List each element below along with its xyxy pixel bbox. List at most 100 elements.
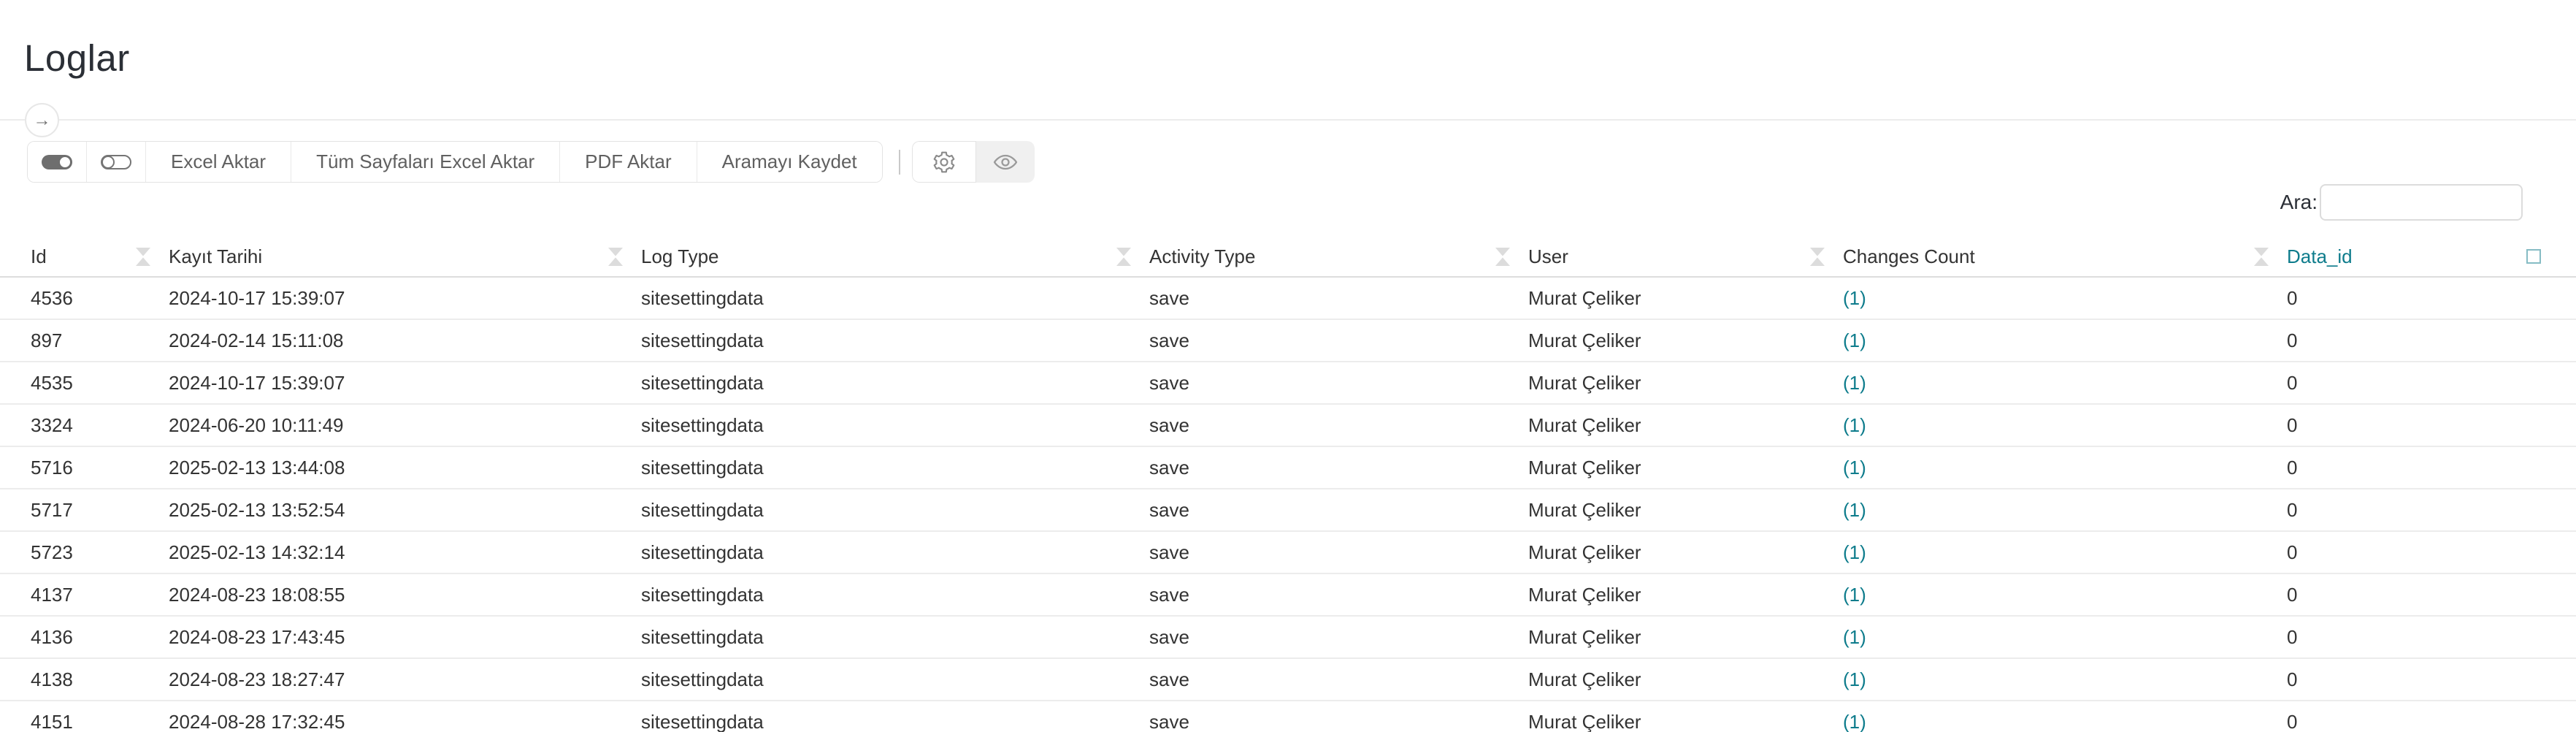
toggle-off-button[interactable] <box>87 142 146 182</box>
toolbar: Excel Aktar Tüm Sayfaları Excel Aktar PD… <box>27 141 1035 183</box>
search-label: Ara: <box>2280 191 2318 214</box>
header-filter-icon[interactable] <box>1116 248 1132 266</box>
changes-count-link[interactable]: (1) <box>1831 329 2275 352</box>
export-all-pages-excel-button[interactable]: Tüm Sayfaları Excel Aktar <box>291 142 560 182</box>
cell-data-id: 0 <box>2275 329 2576 352</box>
table-row[interactable]: 5723 2025-02-13 14:32:14 sitesettingdata… <box>0 532 2576 574</box>
cell-id: 5723 <box>0 541 157 564</box>
header-filter-icon[interactable] <box>1809 248 1825 266</box>
table-row[interactable]: 3324 2024-06-20 10:11:49 sitesettingdata… <box>0 405 2576 447</box>
cell-record-date: 2024-10-17 15:39:07 <box>157 372 629 394</box>
changes-count-link[interactable]: (1) <box>1831 711 2275 732</box>
column-label: Kayıt Tarihi <box>169 245 262 268</box>
header-filter-icon[interactable] <box>607 248 624 266</box>
table-row[interactable]: 4536 2024-10-17 15:39:07 sitesettingdata… <box>0 278 2576 320</box>
cell-record-date: 2024-08-28 17:32:45 <box>157 711 629 732</box>
table-row[interactable]: 4151 2024-08-28 17:32:45 sitesettingdata… <box>0 701 2576 732</box>
column-header-user[interactable]: User <box>1517 235 1831 278</box>
cell-log-type: sitesettingdata <box>629 457 1138 479</box>
changes-count-link[interactable]: (1) <box>1831 499 2275 522</box>
cell-log-type: sitesettingdata <box>629 626 1138 649</box>
cell-record-date: 2024-02-14 15:11:08 <box>157 329 629 352</box>
table-row[interactable]: 5717 2025-02-13 13:52:54 sitesettingdata… <box>0 489 2576 532</box>
changes-count-link[interactable]: (1) <box>1831 541 2275 564</box>
toggle-off-icon <box>101 155 131 169</box>
search-row: Ara: <box>2280 184 2523 221</box>
panel-collapse-button[interactable]: → <box>25 103 59 137</box>
column-select-square-icon[interactable] <box>2526 249 2541 264</box>
cell-record-date: 2024-06-20 10:11:49 <box>157 414 629 437</box>
panel-divider <box>0 119 2576 121</box>
gear-icon <box>932 150 957 175</box>
table-row[interactable]: 4136 2024-08-23 17:43:45 sitesettingdata… <box>0 617 2576 659</box>
column-label: Log Type <box>641 245 719 268</box>
column-label: Data_id <box>2287 245 2353 268</box>
changes-count-link[interactable]: (1) <box>1831 626 2275 649</box>
cell-activity-type: save <box>1138 711 1517 732</box>
changes-count-link[interactable]: (1) <box>1831 414 2275 437</box>
header-filter-icon[interactable] <box>135 248 151 266</box>
cell-activity-type: save <box>1138 329 1517 352</box>
cell-data-id: 0 <box>2275 541 2576 564</box>
cell-data-id: 0 <box>2275 457 2576 479</box>
cell-id: 4535 <box>0 372 157 394</box>
cell-id: 5716 <box>0 457 157 479</box>
cell-record-date: 2025-02-13 14:32:14 <box>157 541 629 564</box>
cell-data-id: 0 <box>2275 668 2576 691</box>
arrow-right-icon: → <box>34 112 51 129</box>
column-header-activity-type[interactable]: Activity Type <box>1138 235 1517 278</box>
cell-user: Murat Çeliker <box>1517 668 1831 691</box>
cell-data-id: 0 <box>2275 626 2576 649</box>
column-header-changes-count[interactable]: Changes Count <box>1831 235 2275 278</box>
cell-record-date: 2025-02-13 13:44:08 <box>157 457 629 479</box>
table-row[interactable]: 897 2024-02-14 15:11:08 sitesettingdata … <box>0 320 2576 362</box>
cell-data-id: 0 <box>2275 414 2576 437</box>
cell-log-type: sitesettingdata <box>629 372 1138 394</box>
cell-log-type: sitesettingdata <box>629 287 1138 310</box>
toolbar-icon-group <box>912 141 1035 183</box>
save-search-button[interactable]: Aramayı Kaydet <box>697 142 882 182</box>
column-label: Changes Count <box>1843 245 1975 268</box>
cell-user: Murat Çeliker <box>1517 584 1831 606</box>
changes-count-link[interactable]: (1) <box>1831 287 2275 310</box>
header-filter-icon[interactable] <box>2253 248 2269 266</box>
column-header-data-id[interactable]: Data_id <box>2275 235 2576 278</box>
cell-activity-type: save <box>1138 668 1517 691</box>
table-row[interactable]: 4535 2024-10-17 15:39:07 sitesettingdata… <box>0 362 2576 405</box>
table-row[interactable]: 4138 2024-08-23 18:27:47 sitesettingdata… <box>0 659 2576 701</box>
toolbar-separator <box>899 150 900 175</box>
table-row[interactable]: 5716 2025-02-13 13:44:08 sitesettingdata… <box>0 447 2576 489</box>
cell-id: 5717 <box>0 499 157 522</box>
cell-user: Murat Çeliker <box>1517 711 1831 732</box>
changes-count-link[interactable]: (1) <box>1831 372 2275 394</box>
export-pdf-button[interactable]: PDF Aktar <box>560 142 697 182</box>
changes-count-link[interactable]: (1) <box>1831 457 2275 479</box>
changes-count-link[interactable]: (1) <box>1831 668 2275 691</box>
cell-user: Murat Çeliker <box>1517 541 1831 564</box>
changes-count-link[interactable]: (1) <box>1831 584 2275 606</box>
cell-log-type: sitesettingdata <box>629 584 1138 606</box>
cell-record-date: 2024-08-23 18:08:55 <box>157 584 629 606</box>
visibility-button[interactable] <box>976 141 1035 183</box>
cell-id: 4536 <box>0 287 157 310</box>
column-label: Activity Type <box>1149 245 1255 268</box>
settings-button[interactable] <box>912 141 976 183</box>
column-header-log-type[interactable]: Log Type <box>629 235 1138 278</box>
cell-activity-type: save <box>1138 626 1517 649</box>
toggle-on-button[interactable] <box>28 142 87 182</box>
cell-user: Murat Çeliker <box>1517 457 1831 479</box>
toggle-on-icon <box>42 155 72 169</box>
column-header-id[interactable]: Id <box>0 235 157 278</box>
search-input[interactable] <box>2320 184 2523 221</box>
cell-record-date: 2024-08-23 18:27:47 <box>157 668 629 691</box>
page-title: Loglar <box>24 37 130 80</box>
cell-user: Murat Çeliker <box>1517 626 1831 649</box>
cell-data-id: 0 <box>2275 711 2576 732</box>
cell-user: Murat Çeliker <box>1517 499 1831 522</box>
export-excel-button[interactable]: Excel Aktar <box>146 142 291 182</box>
header-filter-icon[interactable] <box>1495 248 1511 266</box>
column-header-kayit-tarihi[interactable]: Kayıt Tarihi <box>157 235 629 278</box>
table-row[interactable]: 4137 2024-08-23 18:08:55 sitesettingdata… <box>0 574 2576 617</box>
column-label: Id <box>31 245 47 268</box>
cell-id: 4138 <box>0 668 157 691</box>
